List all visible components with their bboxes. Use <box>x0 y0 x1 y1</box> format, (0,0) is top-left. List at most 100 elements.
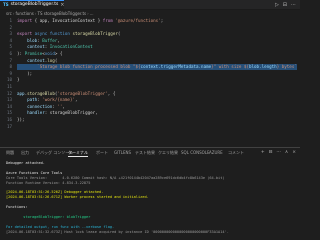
terminal-line: Functions: <box>6 205 28 210</box>
code-text: export async function storageBlobTrigger… <box>17 31 120 37</box>
code-token: context <box>17 44 45 50</box>
line-number: 17 <box>6 123 12 129</box>
line-number: 11 <box>6 84 12 89</box>
code-line: 8 `Storage blob function processed blob … <box>0 64 300 71</box>
line-number: 12 <box>6 90 12 96</box>
panel-tab[interactable]: 出力 <box>21 148 29 157</box>
terminal-output[interactable]: Debugger attached. Azure Functions Core T… <box>6 161 296 235</box>
line-number: 1 <box>9 18 12 23</box>
code-token: > { <box>54 51 63 56</box>
line-number: 8 <box>9 64 12 70</box>
terminal-line: Debugger attached. <box>6 161 45 165</box>
line-number: 6 <box>9 51 12 56</box>
split-terminal-icon[interactable]: ⊟ <box>269 148 273 157</box>
code-token: ): <box>17 51 25 56</box>
code-token: 'work/{name}' <box>42 97 75 103</box>
breadcrumb-item-more[interactable]: ... <box>90 11 94 16</box>
breadcrumb-item-src[interactable]: src <box>6 11 12 16</box>
code-line: 4 blob: Buffer, <box>0 38 300 44</box>
breadcrumb-item-file[interactable]: TS storageBlobTrigger.ts <box>38 11 87 16</box>
code-token: storageBlobTrigger <box>69 31 118 37</box>
code-token: , <box>75 97 78 103</box>
panel-tab[interactable]: テスト結果 <box>135 148 155 157</box>
code-token: } <box>17 77 20 83</box>
code-line: 1 import { app, InvocationContext } from … <box>0 18 300 24</box>
line-number: 9 <box>9 70 12 76</box>
code-line: 17 <box>0 124 300 130</box>
code-line: 16}); <box>0 117 300 123</box>
code-text: ); <box>17 71 32 77</box>
code-token: ( <box>117 31 121 37</box>
code-editor[interactable]: 1 import { app, InvocationContext } from … <box>0 18 300 139</box>
panel-tab[interactable]: SQL CONSOLE <box>181 148 210 157</box>
terminal-line: [2024-06-18T03:51:26.526Z] Debugger atta… <box>6 190 104 195</box>
code-token: void <box>44 51 55 56</box>
code-text: connection: '', <box>17 104 65 110</box>
panel-tab[interactable]: ターミナル <box>68 148 88 157</box>
close-tab-icon[interactable]: × <box>60 1 64 9</box>
code-token: , { <box>107 90 116 96</box>
breadcrumb: src›functions›TS storageBlobTrigger.ts›.… <box>0 10 300 17</box>
code-token: ); <box>17 70 33 76</box>
code-line: 7 context.log( <box>0 58 300 64</box>
code-token: storageBlob <box>27 90 55 96</box>
code-text: blob: Buffer, <box>17 38 60 44</box>
code-token: path <box>17 97 38 103</box>
code-text: } <box>17 77 20 83</box>
code-line: 14 connection: '', <box>0 104 300 110</box>
terminal-line: [2024-06-18T03:51:32.673Z] Host lock lea… <box>6 229 229 234</box>
breadcrumb-item-functions[interactable]: functions <box>15 11 33 16</box>
code-token: '@azure/functions' <box>112 18 161 23</box>
line-number: 14 <box>6 103 12 109</box>
run-icon[interactable]: ▷ <box>275 2 279 8</box>
panel-tab[interactable]: 問題 <box>6 148 14 157</box>
tab-storage-blob-trigger[interactable]: TS storageBlobTrigger.ts × <box>0 0 65 9</box>
code-token: blob.length <box>248 64 277 70</box>
panel-tab[interactable]: コメント <box>228 148 244 157</box>
code-text: handler: storageBlobTrigger, <box>17 110 98 116</box>
line-number: 15 <box>6 110 12 116</box>
code-line: 3 export async function storageBlobTrigge… <box>0 31 300 37</box>
line-number: 4 <box>9 37 12 43</box>
panel-tab[interactable]: AZURE <box>209 148 223 157</box>
code-line: 2 <box>0 25 300 31</box>
code-text: import { app, InvocationContext } from '… <box>17 18 163 24</box>
code-text: ): Promise<void> { <box>17 51 62 57</box>
code-token: context.triggerMetadata.name <box>140 64 212 70</box>
breadcrumb-separator-icon: › <box>34 11 37 16</box>
code-token: Buffer <box>42 37 58 43</box>
code-token: `Storage blob function processed blob "$… <box>17 64 141 70</box>
more-actions-icon[interactable]: ⋯ <box>276 148 281 157</box>
terminal-line: [2024-06-18T03:51:26.671Z] Worker proces… <box>6 195 149 200</box>
line-number: 5 <box>9 44 12 50</box>
panel-tab[interactable]: GITLENS <box>114 148 131 157</box>
more-actions-icon[interactable]: ⋯ <box>291 2 296 8</box>
new-terminal-icon[interactable]: + <box>261 148 265 157</box>
code-token: }); <box>17 117 25 122</box>
code-token: } bytes` <box>276 64 297 70</box>
tab-label: storageBlobTrigger.ts <box>10 2 59 7</box>
code-line: 12 app.storageBlob('storageBlobTrigger', … <box>0 91 300 97</box>
code-token: blob <box>17 37 38 43</box>
code-text: `Storage blob function processed blob "$… <box>17 64 297 71</box>
close-panel-icon[interactable]: × <box>292 148 296 157</box>
panel-tab-bar: 問題 出力 デバッグ コンソール ターミナル ポート GITLENS テスト結果 クエリ結果 S… <box>0 148 300 157</box>
code-line: 6 ): Promise<void> { <box>0 51 300 57</box>
code-token: import <box>17 18 33 23</box>
code-token: : storageBlobTrigger, <box>44 110 98 116</box>
code-text: path: 'work/{name}', <box>17 97 78 103</box>
split-editor-icon[interactable]: ⊟ <box>283 2 287 8</box>
line-number: 3 <box>9 31 12 37</box>
code-token: context <box>17 57 45 63</box>
panel-tab[interactable]: クエリ結果 <box>158 148 178 157</box>
code-token: ( <box>54 57 58 63</box>
editor-tab-bar: TS storageBlobTrigger.ts × ▷ ⊟ ⋯ <box>0 0 300 10</box>
panel-tab[interactable]: ポート <box>96 148 108 157</box>
code-token: from <box>102 18 113 23</box>
maximize-panel-icon[interactable]: ∧ <box>285 148 288 157</box>
code-token: 'storageBlobTrigger' <box>57 90 108 96</box>
typescript-file-icon: TS <box>3 2 9 7</box>
line-number: 16 <box>6 117 12 122</box>
code-token: ; <box>160 18 164 23</box>
code-line: 9 ); <box>0 71 300 77</box>
